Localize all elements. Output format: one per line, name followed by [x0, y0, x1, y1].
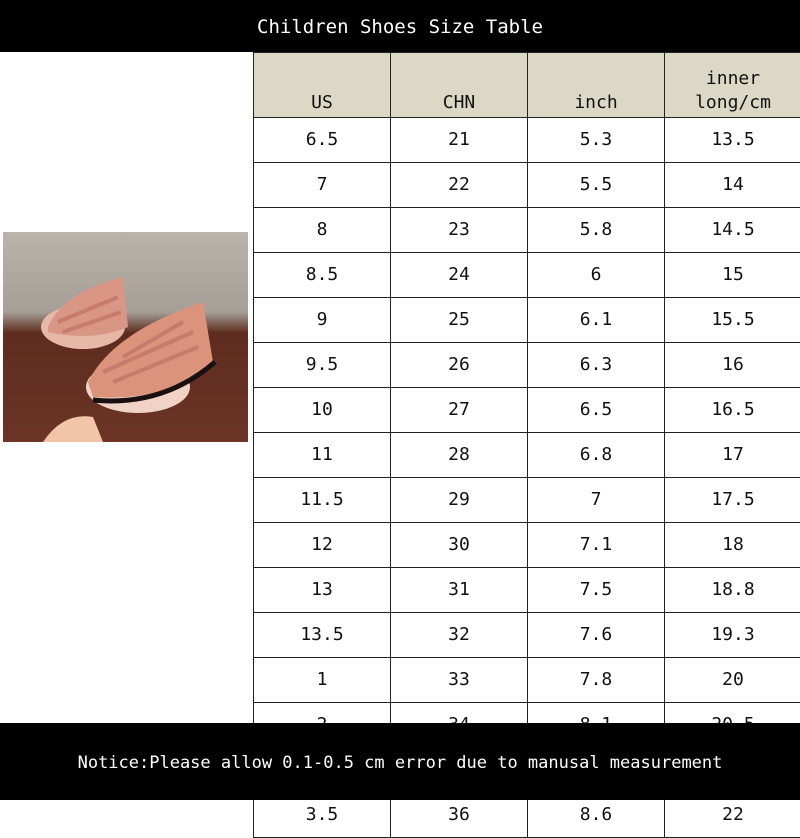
cell-us: 8 — [254, 208, 391, 253]
sandals-illustration — [3, 232, 248, 442]
cell-us: 11 — [254, 433, 391, 478]
cell-chn: 27 — [391, 388, 528, 433]
header-inch: inch — [528, 53, 665, 118]
cell-inch: 7 — [528, 478, 665, 523]
table-row: 8.524615 — [254, 253, 800, 298]
cell-us: 10 — [254, 388, 391, 433]
cell-chn: 22 — [391, 163, 528, 208]
cell-inner-long: 16 — [665, 343, 800, 388]
cell-inch: 6 — [528, 253, 665, 298]
cell-us: 9 — [254, 298, 391, 343]
cell-inner-long: 13.5 — [665, 118, 800, 163]
table-header-row: US CHN inch innerlong/cm — [254, 53, 800, 118]
cell-us: 6.5 — [254, 118, 391, 163]
table-row: 9.5266.316 — [254, 343, 800, 388]
cell-inner-long: 16.5 — [665, 388, 800, 433]
header-chn: CHN — [391, 53, 528, 118]
cell-inch: 5.8 — [528, 208, 665, 253]
product-photo-pink-sandals — [3, 232, 248, 442]
cell-chn: 28 — [391, 433, 528, 478]
cell-inch: 6.1 — [528, 298, 665, 343]
cell-inner-long: 20 — [665, 658, 800, 703]
table-row: 9256.115.5 — [254, 298, 800, 343]
page-title: Children Shoes Size Table — [0, 0, 800, 52]
cell-us: 11.5 — [254, 478, 391, 523]
header-inner-long: innerlong/cm — [665, 53, 800, 118]
cell-inch: 5.3 — [528, 118, 665, 163]
cell-chn: 29 — [391, 478, 528, 523]
cell-inner-long: 14 — [665, 163, 800, 208]
cell-chn: 31 — [391, 568, 528, 613]
cell-inner-long: 17.5 — [665, 478, 800, 523]
table-row: 1337.820 — [254, 658, 800, 703]
cell-inner-long: 18 — [665, 523, 800, 568]
notice-text: Notice:Please allow 0.1-0.5 cm error due… — [0, 723, 800, 800]
cell-us: 13 — [254, 568, 391, 613]
cell-chn: 23 — [391, 208, 528, 253]
cell-inch: 6.3 — [528, 343, 665, 388]
table-row: 12307.118 — [254, 523, 800, 568]
cell-chn: 25 — [391, 298, 528, 343]
cell-inch: 6.5 — [528, 388, 665, 433]
cell-chn: 33 — [391, 658, 528, 703]
cell-chn: 21 — [391, 118, 528, 163]
cell-chn: 24 — [391, 253, 528, 298]
cell-us: 13.5 — [254, 613, 391, 658]
table-row: 6.5215.313.5 — [254, 118, 800, 163]
table-row: 7225.514 — [254, 163, 800, 208]
table-row: 13317.518.8 — [254, 568, 800, 613]
cell-inner-long: 19.3 — [665, 613, 800, 658]
cell-us: 12 — [254, 523, 391, 568]
cell-inch: 7.5 — [528, 568, 665, 613]
cell-chn: 32 — [391, 613, 528, 658]
cell-us: 7 — [254, 163, 391, 208]
table-row: 13.5327.619.3 — [254, 613, 800, 658]
cell-inch: 7.1 — [528, 523, 665, 568]
table-row: 10276.516.5 — [254, 388, 800, 433]
cell-chn: 26 — [391, 343, 528, 388]
cell-inch: 7.6 — [528, 613, 665, 658]
table-row: 11.529717.5 — [254, 478, 800, 523]
cell-inch: 7.8 — [528, 658, 665, 703]
cell-inner-long: 15 — [665, 253, 800, 298]
cell-inner-long: 14.5 — [665, 208, 800, 253]
table-row: 11286.817 — [254, 433, 800, 478]
cell-us: 8.5 — [254, 253, 391, 298]
size-table: US CHN inch innerlong/cm 6.5215.313.5722… — [253, 52, 800, 838]
cell-inner-long: 17 — [665, 433, 800, 478]
cell-us: 9.5 — [254, 343, 391, 388]
cell-chn: 30 — [391, 523, 528, 568]
cell-inch: 6.8 — [528, 433, 665, 478]
header-us: US — [254, 53, 391, 118]
cell-inner-long: 15.5 — [665, 298, 800, 343]
cell-inner-long: 18.8 — [665, 568, 800, 613]
cell-us: 1 — [254, 658, 391, 703]
cell-inch: 5.5 — [528, 163, 665, 208]
table-row: 8235.814.5 — [254, 208, 800, 253]
